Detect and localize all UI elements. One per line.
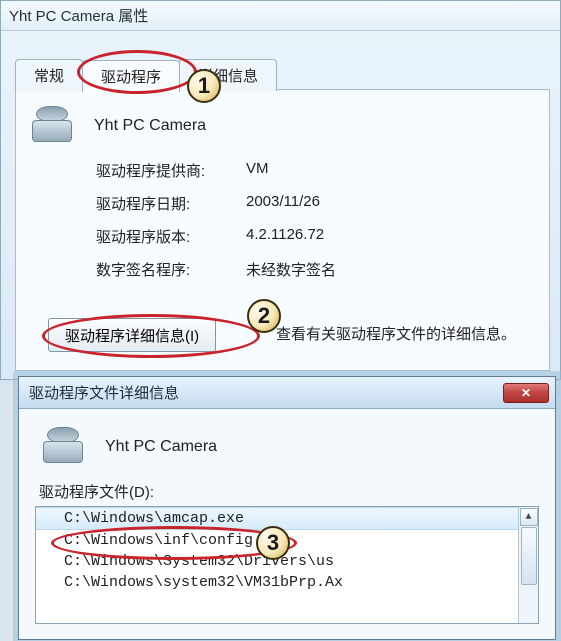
provider-value: VM — [246, 160, 269, 181]
close-button[interactable]: ✕ — [503, 383, 549, 403]
list-item[interactable]: C:\Windows\inf\config.set — [36, 530, 538, 551]
version-value: 4.2.1126.72 — [246, 226, 324, 247]
scroll-up-icon[interactable]: ▲ — [520, 508, 538, 526]
driver-info-grid: 驱动程序提供商: VM 驱动程序日期: 2003/11/26 驱动程序版本: 4… — [96, 160, 549, 280]
tab-general[interactable]: 常规 — [15, 59, 83, 91]
details-window-titlebar: 驱动程序文件详细信息 ✕ — [19, 377, 555, 409]
details-device-name: Yht PC Camera — [105, 438, 217, 456]
list-item[interactable]: C:\Windows\system32\VM31bPrp.Ax — [36, 572, 538, 593]
driver-details-description: 查看有关驱动程序文件的详细信息。 — [276, 323, 516, 344]
driver-files-listbox[interactable]: C:\Windows\amcap.exe C:\Windows\inf\conf… — [35, 506, 539, 624]
driver-file-details-window: 驱动程序文件详细信息 ✕ Yht PC Camera 驱动程序文件(D): C:… — [18, 376, 556, 640]
driver-details-button[interactable]: 驱动程序详细信息(I) — [48, 318, 216, 352]
driver-tab-panel: Yht PC Camera 驱动程序提供商: VM 驱动程序日期: 2003/1… — [15, 89, 550, 371]
close-icon: ✕ — [521, 386, 531, 400]
list-item[interactable]: C:\Windows\System32\Drivers\us — [36, 551, 538, 572]
list-scrollbar[interactable]: ▲ — [518, 507, 538, 623]
camera-icon — [30, 106, 74, 146]
scroll-thumb[interactable] — [521, 527, 537, 585]
tab-driver[interactable]: 驱动程序 — [82, 60, 180, 92]
device-properties-window: Yht PC Camera 属性 常规 驱动程序 详细信息 1 Yht PC C… — [0, 0, 561, 380]
device-name: Yht PC Camera — [94, 117, 206, 135]
list-item[interactable]: C:\Windows\amcap.exe — [36, 507, 538, 530]
date-value: 2003/11/26 — [246, 193, 320, 214]
details-device-header: Yht PC Camera — [35, 421, 539, 481]
window-title: Yht PC Camera 属性 — [1, 1, 560, 31]
camera-icon — [41, 427, 85, 467]
tab-strip: 常规 驱动程序 详细信息 — [15, 57, 276, 91]
version-label: 驱动程序版本: — [96, 226, 246, 247]
tab-details[interactable]: 详细信息 — [179, 59, 277, 91]
device-header: Yht PC Camera — [16, 90, 549, 160]
signer-value: 未经数字签名 — [246, 259, 336, 280]
date-label: 驱动程序日期: — [96, 193, 246, 214]
driver-files-label: 驱动程序文件(D): — [39, 481, 539, 502]
provider-label: 驱动程序提供商: — [96, 160, 246, 181]
details-window-body: Yht PC Camera 驱动程序文件(D): C:\Windows\amca… — [19, 409, 555, 624]
details-window-title: 驱动程序文件详细信息 — [29, 382, 179, 403]
signer-label: 数字签名程序: — [96, 259, 246, 280]
